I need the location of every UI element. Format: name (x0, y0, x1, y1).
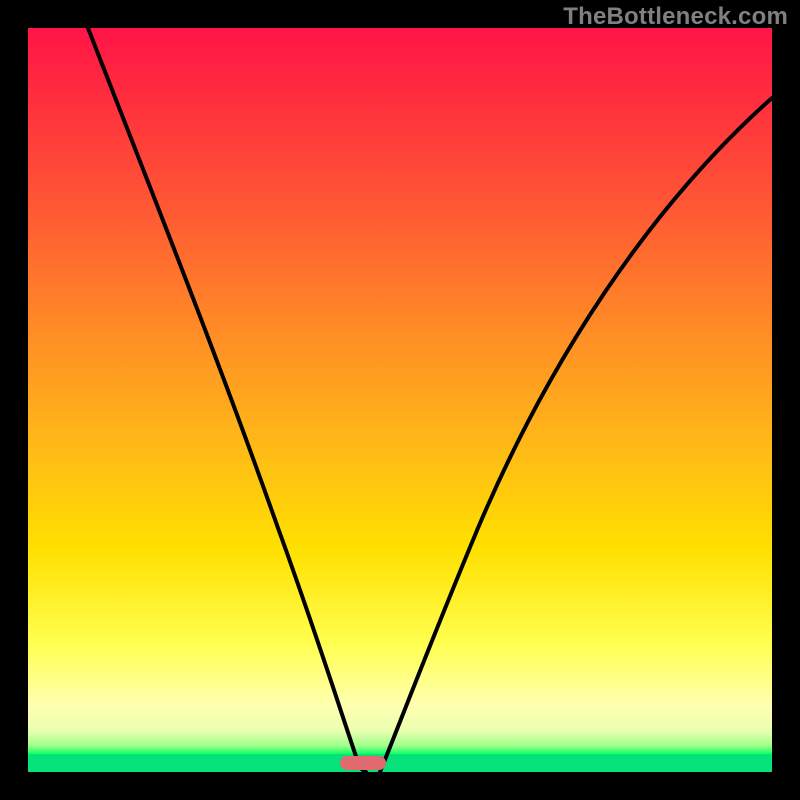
watermark-text: TheBottleneck.com (563, 3, 788, 31)
bottleneck-marker (340, 756, 386, 770)
left-curve (88, 28, 366, 772)
right-curve (380, 98, 772, 772)
curve-overlay (28, 28, 772, 772)
plot-area (28, 28, 772, 772)
chart-frame: TheBottleneck.com (0, 0, 800, 800)
